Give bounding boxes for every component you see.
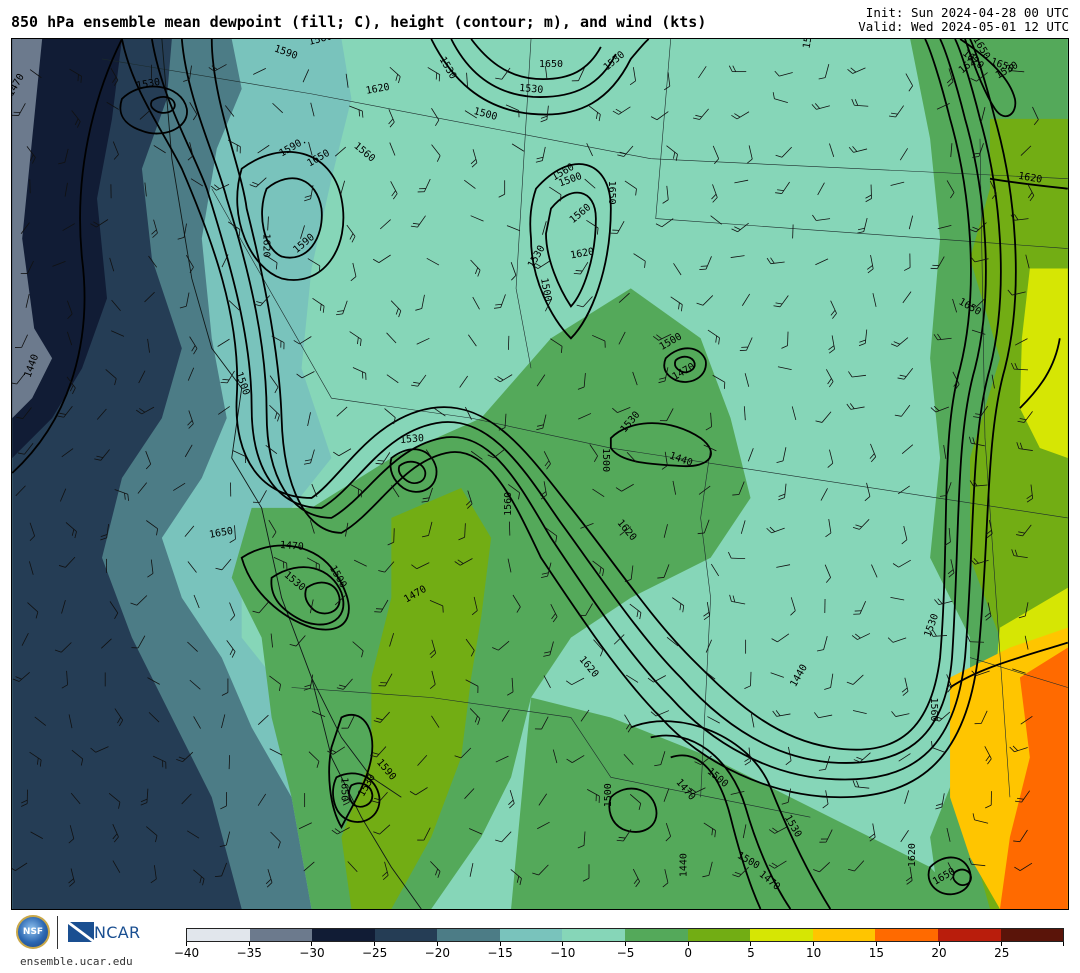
contour-label: 1500 bbox=[603, 783, 614, 807]
ncar-logo-text: NCAR bbox=[94, 923, 141, 942]
contour-label: 1650 bbox=[539, 59, 563, 70]
dewpoint-map: 1590156015301620165015001530147014401530… bbox=[12, 39, 1068, 909]
colorbar-tick-label: 10 bbox=[806, 946, 822, 960]
colorbar-segment bbox=[499, 929, 563, 941]
colorbar-tick-label: 5 bbox=[747, 946, 755, 960]
contour-label: 1560 bbox=[503, 492, 514, 516]
colorbar-tick-label: −15 bbox=[487, 946, 513, 960]
site-url: ensemble.ucar.edu bbox=[20, 955, 133, 968]
valid-time: Valid: Wed 2024-05-01 12 UTC bbox=[858, 19, 1069, 34]
colorbar-tick-label: −25 bbox=[361, 946, 388, 960]
colorbar-segment bbox=[312, 929, 375, 941]
colorbar-tick-label: −10 bbox=[550, 946, 576, 960]
colorbar-segment bbox=[187, 929, 250, 941]
colorbar-segment bbox=[562, 929, 626, 941]
contour-label: 1650 bbox=[606, 181, 617, 205]
contour-label: 1530 bbox=[519, 83, 544, 96]
colorbar-segment bbox=[812, 929, 876, 941]
ncar-logo-icon bbox=[68, 922, 94, 942]
colorbar-segment bbox=[687, 929, 751, 941]
contour-label: 1560 bbox=[928, 697, 939, 721]
colorbar-segment bbox=[1000, 929, 1064, 941]
colorbar-tick-label: 25 bbox=[994, 946, 1010, 960]
colorbar-segment bbox=[750, 929, 813, 941]
time-info: Init: Sun 2024-04-28 00 UTC Valid: Wed 2… bbox=[858, 6, 1069, 34]
colorbar-segment bbox=[374, 929, 438, 941]
colorbar-ticks: −40 −35 −30 −25 −20 −15 −10 −5 0 5 10 15 20 25 bbox=[174, 942, 1064, 970]
colorbar-tick bbox=[1063, 942, 1064, 946]
init-time: Init: Sun 2024-04-28 00 UTC bbox=[865, 5, 1069, 20]
colorbar-tick-label: −20 bbox=[424, 946, 451, 960]
contour-label: 1620 bbox=[261, 234, 272, 258]
colorbar-tick-label: −30 bbox=[299, 946, 325, 960]
colorbar-tick-label: −35 bbox=[236, 946, 262, 960]
logo-divider bbox=[57, 916, 58, 949]
colorbar-tick-label: 15 bbox=[868, 946, 884, 960]
colorbar-segment bbox=[937, 929, 1001, 941]
chart-title: 850 hPa ensemble mean dewpoint (fill; C)… bbox=[11, 13, 707, 31]
colorbar-segment bbox=[625, 929, 688, 941]
colorbar-tick-label: 20 bbox=[931, 946, 947, 960]
contour-label: 1440 bbox=[679, 853, 690, 877]
footer-logos: NSF NCAR ensemble.ucar.edu bbox=[14, 913, 164, 971]
contour-label: 1500 bbox=[600, 448, 611, 472]
colorbar-segment bbox=[437, 929, 500, 941]
colorbar bbox=[186, 928, 1064, 942]
colorbar-segment bbox=[875, 929, 938, 941]
contour-label: 1530 bbox=[400, 433, 425, 446]
colorbar-tick-label: −40 bbox=[173, 946, 200, 960]
contour-label: 1620 bbox=[907, 843, 918, 867]
nsf-logo: NSF bbox=[16, 915, 50, 949]
map-panel: 1590 1560 1530 1620 1650 1500 1530 1470 1440 1530… bbox=[11, 38, 1069, 910]
contour-label: 1470 bbox=[279, 540, 304, 553]
colorbar-tick-label: −5 bbox=[616, 946, 635, 960]
colorbar-tick-label: 0 bbox=[684, 946, 693, 960]
contour-label: 1650 bbox=[338, 777, 349, 801]
colorbar-segment bbox=[249, 929, 313, 941]
